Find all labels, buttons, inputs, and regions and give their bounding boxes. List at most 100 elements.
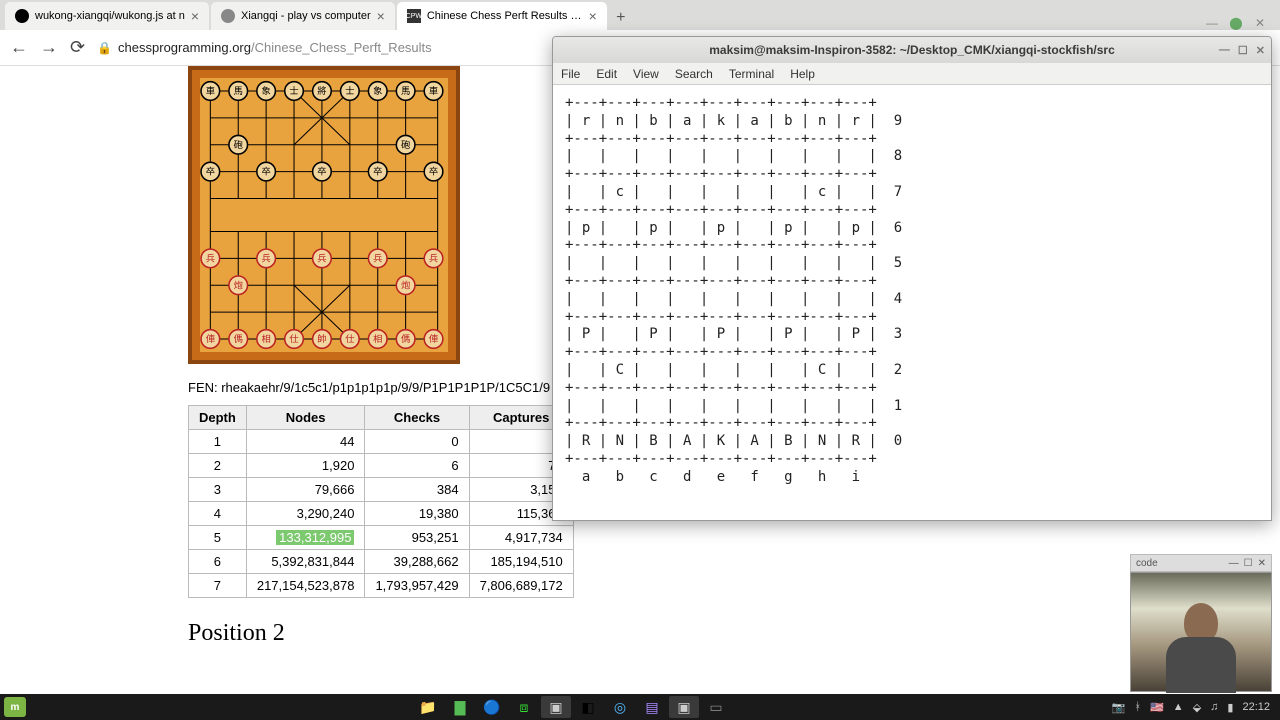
taskbar-terminal[interactable]: ▣ [541, 696, 571, 718]
tab-xiangqi[interactable]: Xiangqi - play vs computer × [211, 2, 395, 30]
table-cell: 0 [365, 430, 469, 454]
svg-text:俥: 俥 [206, 333, 215, 344]
minimize-icon[interactable]: — [1219, 44, 1230, 57]
taskbar: m 📁 ▇ 🔵 ⧈ ▣ ◧ ◎ ▤ ▣ ▭ 📷 ᚼ 🇺🇸 ▲ ⬙ ♫ ▮ 22:… [0, 694, 1280, 720]
cpw-icon: CPW [407, 9, 421, 23]
webcam-window[interactable]: code — ☐ ✕ [1130, 554, 1272, 694]
camera-icon[interactable]: 📷 [1112, 701, 1126, 714]
table-cell: 2 [189, 454, 247, 478]
minimize-icon[interactable]: — [1205, 16, 1219, 30]
clock[interactable]: 22:12 [1242, 701, 1270, 713]
tab-label: Chinese Chess Perft Results - C [427, 10, 583, 22]
svg-text:象: 象 [261, 85, 270, 96]
table-header: Checks [365, 406, 469, 430]
terminal-output[interactable]: +---+---+---+---+---+---+---+---+---+ | … [553, 85, 1271, 497]
music-icon[interactable]: ♫ [1210, 701, 1218, 713]
taskbar-app[interactable]: ◧ [573, 696, 603, 718]
minimize-icon[interactable]: — [1229, 558, 1239, 569]
table-row: 7217,154,523,8781,793,957,4297,806,689,1… [189, 574, 574, 598]
svg-text:卒: 卒 [261, 166, 270, 177]
maximize-icon[interactable]: ☐ [1238, 44, 1248, 57]
menu-terminal[interactable]: Terminal [729, 67, 774, 81]
svg-text:卒: 卒 [373, 166, 382, 177]
close-icon[interactable]: ✕ [1256, 44, 1265, 57]
mint-menu-button[interactable]: m [4, 697, 26, 717]
battery-icon[interactable]: ▮ [1227, 701, 1233, 714]
taskbar-window[interactable]: ▭ [701, 696, 731, 718]
menu-search[interactable]: Search [675, 67, 713, 81]
terminal-window[interactable]: maksim@maksim-Inspiron-3582: ~/Desktop_C… [552, 36, 1272, 521]
table-cell: 5 [189, 526, 247, 550]
tab-label: Xiangqi - play vs computer [241, 10, 371, 22]
table-header: Nodes [246, 406, 365, 430]
taskbar-screenshot[interactable]: ◎ [605, 696, 635, 718]
svg-text:砲: 砲 [401, 139, 410, 150]
taskbar-monitor[interactable]: ⧈ [509, 696, 539, 718]
table-cell: 6 [365, 454, 469, 478]
taskbar-files2[interactable]: ▇ [445, 696, 475, 718]
reload-button[interactable]: ⟳ [70, 37, 85, 58]
taskbar-files[interactable]: 📁 [413, 696, 443, 718]
table-cell: 133,312,995 [246, 526, 365, 550]
table-cell: 1,793,957,429 [365, 574, 469, 598]
table-cell: 1,920 [246, 454, 365, 478]
table-cell: 44 [246, 430, 365, 454]
svg-text:相: 相 [373, 333, 382, 344]
svg-text:炮: 炮 [234, 279, 243, 290]
bluetooth-icon[interactable]: ᚼ [1134, 701, 1141, 713]
terminal-titlebar[interactable]: maksim@maksim-Inspiron-3582: ~/Desktop_C… [553, 37, 1271, 63]
table-cell: 3 [189, 478, 247, 502]
close-icon[interactable]: × [191, 8, 199, 24]
table-cell: 185,194,510 [469, 550, 573, 574]
terminal-menubar: File Edit View Search Terminal Help [553, 63, 1271, 85]
svg-text:兵: 兵 [261, 253, 270, 264]
table-row: 21,920672 [189, 454, 574, 478]
menu-file[interactable]: File [561, 67, 580, 81]
table-cell: 39,288,662 [365, 550, 469, 574]
close-icon[interactable]: ✕ [1258, 558, 1266, 569]
keyboard-layout[interactable]: 🇺🇸 [1150, 701, 1164, 714]
svg-text:帥: 帥 [317, 333, 326, 344]
table-cell: 384 [365, 478, 469, 502]
svg-text:仕: 仕 [289, 333, 298, 344]
new-tab-button[interactable]: + [609, 6, 633, 30]
browser-tabs: wukong-xiangqi/wukong.js at n × Xiangqi … [0, 0, 1280, 30]
svg-text:兵: 兵 [317, 253, 326, 264]
table-cell: 953,251 [365, 526, 469, 550]
menu-view[interactable]: View [633, 67, 659, 81]
table-cell: 4 [189, 502, 247, 526]
svg-text:卒: 卒 [429, 166, 438, 177]
webcam-titlebar[interactable]: code — ☐ ✕ [1130, 554, 1272, 572]
svg-text:卒: 卒 [206, 166, 215, 177]
taskbar-chrome[interactable]: 🔵 [477, 696, 507, 718]
close-icon[interactable]: × [589, 8, 597, 24]
tab-github[interactable]: wukong-xiangqi/wukong.js at n × [5, 2, 209, 30]
site-icon [221, 9, 235, 23]
taskbar-editor[interactable]: ▤ [637, 696, 667, 718]
table-row: 379,6663843,159 [189, 478, 574, 502]
maximize-icon[interactable]: ☐ [1244, 558, 1253, 569]
close-icon[interactable]: ✕ [1253, 16, 1267, 30]
forward-button[interactable]: → [40, 37, 58, 58]
close-icon[interactable]: × [377, 8, 385, 24]
back-button[interactable]: ← [10, 37, 28, 58]
svg-text:車: 車 [206, 85, 215, 96]
table-header: Depth [189, 406, 247, 430]
menu-help[interactable]: Help [790, 67, 815, 81]
maximize-icon[interactable]: ⬤ [1229, 16, 1243, 30]
wifi-icon[interactable]: ⬙ [1193, 701, 1201, 714]
table-cell: 7,806,689,172 [469, 574, 573, 598]
network-icon[interactable]: ▲ [1173, 701, 1184, 713]
menu-edit[interactable]: Edit [596, 67, 617, 81]
taskbar-terminal2[interactable]: ▣ [669, 696, 699, 718]
system-tray: 📷 ᚼ 🇺🇸 ▲ ⬙ ♫ ▮ 22:12 [1112, 701, 1276, 714]
svg-text:士: 士 [345, 85, 354, 96]
url-domain: chessprogramming.org [118, 40, 251, 55]
svg-text:象: 象 [373, 85, 382, 96]
position-2-heading: Position 2 [188, 620, 1280, 647]
svg-text:俥: 俥 [429, 333, 438, 344]
table-row: 5133,312,995953,2514,917,734 [189, 526, 574, 550]
tab-cpw[interactable]: CPW Chinese Chess Perft Results - C × [397, 2, 607, 30]
webcam-title-label: code [1136, 558, 1158, 569]
table-cell: 217,154,523,878 [246, 574, 365, 598]
